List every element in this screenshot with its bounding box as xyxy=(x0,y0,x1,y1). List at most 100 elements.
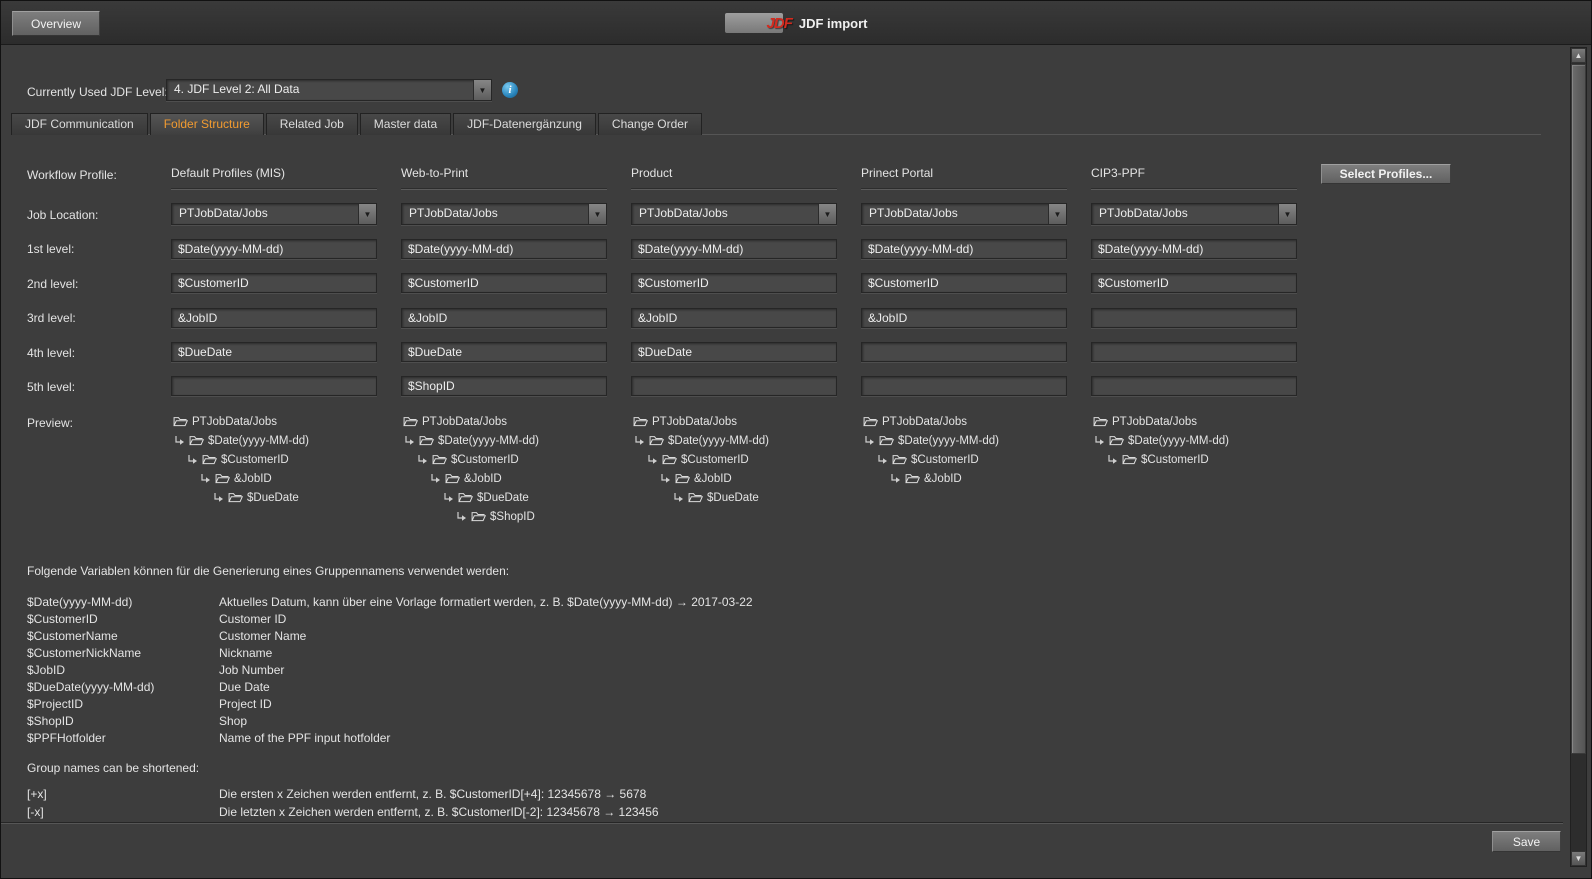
variable-desc: Customer Name xyxy=(219,629,306,643)
column-header: Default Profiles (MIS) xyxy=(171,166,377,189)
shorten-rule-desc: Die ersten x Zeichen werden entfernt, z.… xyxy=(219,787,646,801)
tree-node: &JobID xyxy=(171,469,401,488)
tree-arrow-icon xyxy=(186,454,198,466)
level-4-input[interactable] xyxy=(171,342,377,362)
job-location-select[interactable]: PTJobData/Jobs ▼ xyxy=(401,203,607,225)
level-4-input[interactable] xyxy=(631,342,837,362)
level-3-input[interactable] xyxy=(631,308,837,328)
tree-node: $CustomerID xyxy=(171,450,401,469)
tab-master-data[interactable]: Master data xyxy=(360,113,451,135)
level-4-input[interactable] xyxy=(401,342,607,362)
folder-icon xyxy=(662,454,677,465)
folder-preview-tree: PTJobData/Jobs $Date(yyyy-MM-dd) $Custom… xyxy=(171,412,401,507)
level-2-input[interactable] xyxy=(1091,273,1297,293)
level-5-input[interactable] xyxy=(631,376,837,396)
folder-icon xyxy=(445,473,460,484)
title-area: JDF JDF import xyxy=(1,1,1591,45)
level-1-input[interactable] xyxy=(171,239,377,259)
job-location-value: PTJobData/Jobs xyxy=(862,204,1048,224)
level-1-input[interactable] xyxy=(1091,239,1297,259)
scrollbar-thumb[interactable] xyxy=(1571,64,1586,754)
variable-desc: Project ID xyxy=(219,697,272,711)
level-1-input[interactable] xyxy=(861,239,1067,259)
variable-name: $ProjectID xyxy=(27,697,219,711)
tree-node-label: PTJobData/Jobs xyxy=(652,416,737,428)
tree-arrow-icon xyxy=(403,435,415,447)
column-header: Prinect Portal xyxy=(861,166,1067,189)
column-title: CIP3-PPF xyxy=(1091,166,1145,180)
folder-icon xyxy=(863,416,878,427)
info-icon[interactable]: i xyxy=(502,82,518,98)
scroll-down-icon[interactable]: ▼ xyxy=(1571,851,1586,866)
tab-change-order[interactable]: Change Order xyxy=(598,113,702,135)
tree-node: $CustomerID xyxy=(861,450,1091,469)
column-header: CIP3-PPF xyxy=(1091,166,1297,189)
chevron-down-icon[interactable]: ▼ xyxy=(473,80,491,100)
level-2-input[interactable] xyxy=(401,273,607,293)
level-5-input[interactable] xyxy=(1091,376,1297,396)
variable-desc: Aktuelles Datum, kann über eine Vorlage … xyxy=(219,595,753,609)
level-3-input[interactable] xyxy=(1091,308,1297,328)
level-1-input[interactable] xyxy=(631,239,837,259)
variables-help-intro: Folgende Variablen können für die Generi… xyxy=(27,564,509,578)
level-3-input[interactable] xyxy=(401,308,607,328)
level-4-input[interactable] xyxy=(861,342,1067,362)
variable-name: $CustomerName xyxy=(27,629,219,643)
folder-icon xyxy=(202,454,217,465)
folder-icon xyxy=(432,454,447,465)
level-2-input[interactable] xyxy=(171,273,377,293)
level-5-input[interactable] xyxy=(171,376,377,396)
level-2-input[interactable] xyxy=(861,273,1067,293)
level-3-input[interactable] xyxy=(861,308,1067,328)
level-3-input[interactable] xyxy=(171,308,377,328)
save-button[interactable]: Save xyxy=(1492,831,1561,852)
job-location-select[interactable]: PTJobData/Jobs ▼ xyxy=(631,203,837,225)
variable-desc: Name of the PPF input hotfolder xyxy=(219,731,390,745)
job-location-select[interactable]: PTJobData/Jobs ▼ xyxy=(171,203,377,225)
chevron-down-icon[interactable]: ▼ xyxy=(1278,204,1296,224)
level-4-input[interactable] xyxy=(1091,342,1297,362)
level-5-input[interactable] xyxy=(401,376,607,396)
tree-node: $DueDate xyxy=(631,488,861,507)
level-2-input[interactable] xyxy=(631,273,837,293)
job-location-select[interactable]: PTJobData/Jobs ▼ xyxy=(1091,203,1297,225)
tree-node: &JobID xyxy=(401,469,631,488)
level-1-input[interactable] xyxy=(401,239,607,259)
jdf-level-select[interactable]: 4. JDF Level 2: All Data ▼ xyxy=(166,79,492,101)
tab-jdf-communication[interactable]: JDF Communication xyxy=(11,113,148,135)
shorten-rule-name: [+x] xyxy=(27,787,219,801)
folder-icon xyxy=(633,416,648,427)
job-location-select[interactable]: PTJobData/Jobs ▼ xyxy=(861,203,1067,225)
folder-icon xyxy=(471,511,486,522)
folder-icon xyxy=(649,435,664,446)
tree-node: $ShopID xyxy=(401,507,631,526)
tab-jdf-datenergaenzung[interactable]: JDF-Datenergänzung xyxy=(453,113,596,135)
tree-node: PTJobData/Jobs xyxy=(401,412,631,431)
vertical-scrollbar[interactable]: ▲ ▼ xyxy=(1570,47,1587,867)
folder-icon xyxy=(1093,416,1108,427)
tree-node-label: $CustomerID xyxy=(221,454,289,466)
shorten-help-title: Group names can be shortened: xyxy=(27,761,199,775)
chevron-down-icon[interactable]: ▼ xyxy=(818,204,836,224)
folder-icon xyxy=(419,435,434,446)
select-profiles-button[interactable]: Select Profiles... xyxy=(1321,164,1451,184)
tab-folder-structure[interactable]: Folder Structure xyxy=(150,113,264,135)
row-label-level-2: 2nd level: xyxy=(27,277,78,291)
chevron-down-icon[interactable]: ▼ xyxy=(358,204,376,224)
scroll-up-icon[interactable]: ▲ xyxy=(1571,48,1586,63)
top-bar: Overview JDF JDF import xyxy=(1,1,1591,45)
tab-related-job[interactable]: Related Job xyxy=(266,113,358,135)
row-label-preview: Preview: xyxy=(27,416,73,430)
page-title: JDF import xyxy=(799,16,868,31)
variable-row: $PPFHotfolderName of the PPF input hotfo… xyxy=(27,731,390,745)
tree-node-label: $ShopID xyxy=(490,511,535,523)
chevron-down-icon[interactable]: ▼ xyxy=(1048,204,1066,224)
folder-icon xyxy=(905,473,920,484)
jdf-level-value: 4. JDF Level 2: All Data xyxy=(167,80,473,100)
row-label-job-location: Job Location: xyxy=(27,208,98,222)
tree-arrow-icon xyxy=(173,435,185,447)
variable-row: $JobIDJob Number xyxy=(27,663,284,677)
folder-icon xyxy=(879,435,894,446)
level-5-input[interactable] xyxy=(861,376,1067,396)
chevron-down-icon[interactable]: ▼ xyxy=(588,204,606,224)
